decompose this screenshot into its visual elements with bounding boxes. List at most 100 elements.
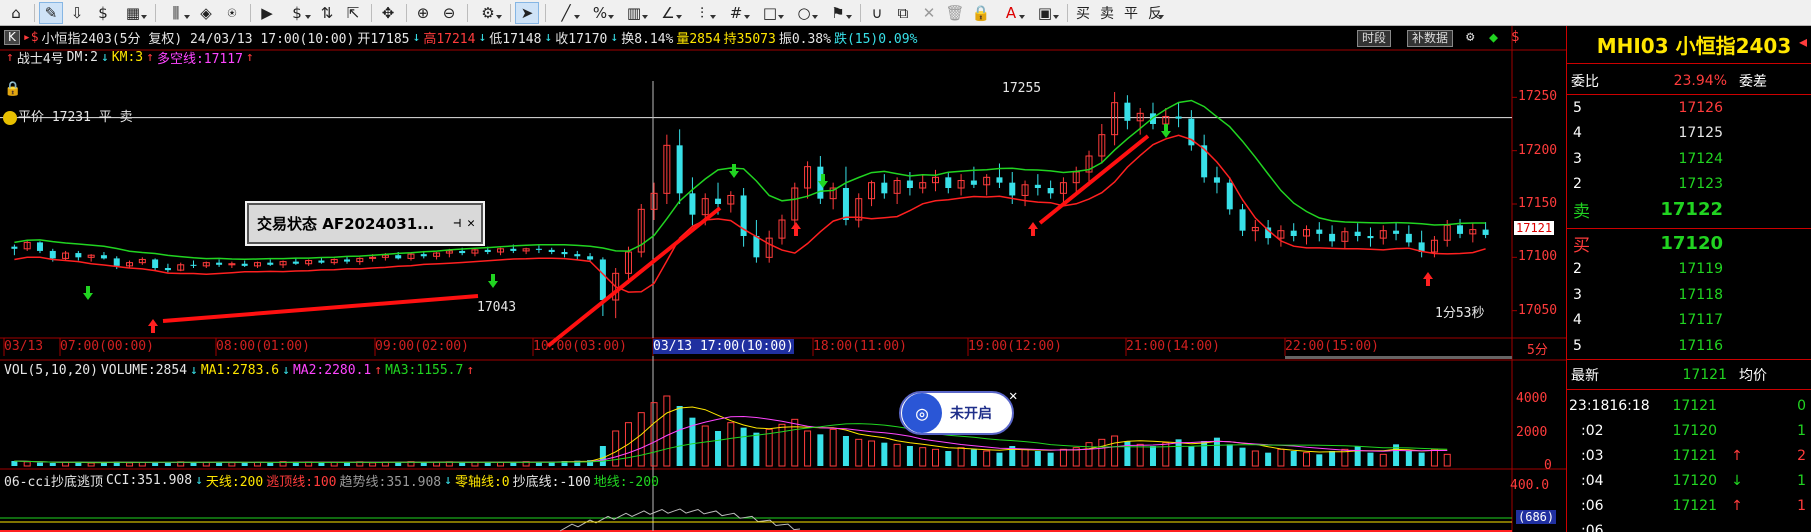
candle-body <box>1329 233 1336 242</box>
arrange-icon[interactable]: ⇅ <box>315 2 339 24</box>
copy-icon[interactable]: ⧉ <box>891 2 915 24</box>
reverse-button[interactable]: 反 <box>1144 2 1166 24</box>
trend-stroke <box>546 206 722 348</box>
expand-arrow-icon[interactable]: ◂ <box>1799 32 1807 51</box>
volume-bar <box>1265 452 1272 466</box>
indicator-icon[interactable]: ⍟ <box>220 2 244 24</box>
sell-button[interactable]: 卖 <box>1096 2 1118 24</box>
candle-body <box>1175 116 1182 119</box>
ask-row[interactable]: 卖 17122 <box>1567 197 1811 222</box>
diamond-icon[interactable]: ◈ <box>194 2 218 24</box>
currency-icon[interactable]: $ <box>281 2 313 24</box>
ask-row[interactable]: 5 17126 <box>1567 95 1811 120</box>
zoom-in-icon[interactable]: ⊕ <box>411 2 435 24</box>
hash-tool-icon[interactable]: # <box>720 2 752 24</box>
line-tool-icon[interactable]: ╱ <box>550 2 582 24</box>
cursor-icon[interactable]: ➤ <box>515 1 539 24</box>
bid-level: 5 <box>1573 337 1582 354</box>
volume-bar <box>1239 447 1246 466</box>
ask-row[interactable]: 2 17123 <box>1567 172 1811 197</box>
percent-tool-icon[interactable]: % <box>584 2 616 24</box>
bid-row[interactable]: 3 17118 <box>1567 282 1811 307</box>
volume-bar <box>1354 446 1361 466</box>
bid-level: 3 <box>1573 286 1582 303</box>
candle-body <box>676 145 683 194</box>
tick-row: :02 17120 1 <box>1567 418 1811 443</box>
close-icon[interactable]: ✕ <box>467 216 475 231</box>
kline-badge[interactable]: K <box>4 29 20 45</box>
high-price: 高17214 <box>423 31 476 47</box>
volume-bar <box>945 451 952 466</box>
widget-close-icon[interactable]: ✕ <box>1009 388 1017 404</box>
table-tool-icon[interactable]: ▥ <box>618 2 650 24</box>
trend-line: 趋势线:351.908 <box>339 474 442 490</box>
x-axis-label: 22:00(15:00) <box>1285 339 1379 354</box>
lock-icon[interactable]: 🔒 <box>4 81 21 97</box>
toolbar: ⌂ ✎ ⇩ $ ▦ ⫼ ◈ ⍟ ▶ $ ⇅ ⇱ ✥ ⊕ ⊖ ⚙ ➤ ╱% ▥ ∠ ⫶ # □ ○ ⚑ ∪ ⧉ ✕ 🗑 🔒 A ▣ 买卖平反 <box>0 0 1811 26</box>
trash-icon[interactable]: 🗑 <box>943 2 967 24</box>
home-icon[interactable]: ⌂ <box>4 2 28 24</box>
magnet-icon[interactable]: ∪ <box>865 2 889 24</box>
zero-line: 零轴线:0 <box>454 474 510 490</box>
grid-layout-icon[interactable]: ▦ <box>117 2 149 24</box>
assistant-widget[interactable]: ◎ 未开启 <box>899 391 1014 435</box>
ask-row[interactable]: 3 17124 <box>1567 146 1811 171</box>
bid-row[interactable]: 5 17116 <box>1567 333 1811 358</box>
buy-button[interactable]: 买 <box>1072 2 1094 24</box>
draw-icon[interactable]: ✎ <box>39 1 63 24</box>
ma1-value: MA1:2783.6 <box>200 362 280 378</box>
strategy-km: KM:3 <box>111 49 144 65</box>
settings-icon[interactable]: ⚙ <box>1466 29 1474 45</box>
cci-title: 06-cci抄底逃顶 <box>4 474 103 490</box>
diamond-status-icon[interactable]: ◆ <box>1489 28 1498 46</box>
volume-bar <box>1379 453 1387 467</box>
pin-icon[interactable]: ⊣ <box>453 216 461 231</box>
cci-line <box>559 508 801 532</box>
trade-status-window[interactable]: 交易状态 AF2024031... ⊣ ✕ <box>245 201 485 246</box>
zoom-out-icon[interactable]: ⊖ <box>437 2 461 24</box>
ask-level: 5 <box>1573 99 1582 116</box>
bid-row[interactable]: 4 17117 <box>1567 308 1811 333</box>
tick-time: :02 <box>1581 422 1604 439</box>
bid-row[interactable]: 2 17119 <box>1567 257 1811 282</box>
arrow-down-icon: ↓ <box>195 472 203 488</box>
angle-tool-icon[interactable]: ∠ <box>652 2 684 24</box>
marker-tool-icon[interactable]: ⚑ <box>822 2 854 24</box>
arrow-down-icon: ↓ <box>412 29 421 45</box>
download-icon[interactable]: ⇩ <box>65 2 89 24</box>
settings-icon[interactable]: ⚙ <box>472 2 504 24</box>
close-position-button[interactable]: 平 <box>1120 2 1142 24</box>
text-color-icon[interactable]: A <box>995 2 1027 24</box>
save-icon[interactable]: ▣ <box>1029 2 1061 24</box>
chart-canvas[interactable] <box>0 26 1566 532</box>
candle-body <box>881 182 888 194</box>
level-tool-icon[interactable]: ⫶ <box>686 2 718 24</box>
bid-level: 4 <box>1573 312 1582 328</box>
kline-chart[interactable]: K ▸$ 小恒指2403(5分 复权) 24/03/13 17:00(10:00… <box>0 26 1566 532</box>
expand-icon[interactable]: ⇱ <box>341 2 365 24</box>
rect-tool-icon[interactable]: □ <box>754 2 786 24</box>
volume-bar <box>983 450 991 467</box>
candle-body <box>1047 188 1054 194</box>
bar-chart-icon[interactable]: ⫼ <box>160 2 192 24</box>
volume-bar <box>1316 454 1323 466</box>
supplement-data-button[interactable]: 补数据 <box>1407 30 1454 47</box>
candle-body <box>510 248 517 251</box>
move-icon[interactable]: ✥ <box>376 2 400 24</box>
currency-icon[interactable]: $ <box>1511 29 1519 45</box>
volume-bar <box>267 462 274 466</box>
period-label[interactable]: 5分 <box>1527 339 1548 358</box>
volume-bar <box>11 461 18 466</box>
bid-row[interactable]: 买 17120 <box>1567 231 1811 256</box>
circle-tool-icon[interactable]: ○ <box>788 2 820 24</box>
dollar-cycle-icon[interactable]: $ <box>91 2 115 24</box>
timeshare-button[interactable]: 时段 <box>1357 30 1392 47</box>
volume-bar <box>1405 451 1412 466</box>
x-axis-label: 08:00(01:00) <box>216 339 310 354</box>
volume-bar <box>1418 452 1425 466</box>
ask-row[interactable]: 4 17125 <box>1567 121 1811 146</box>
play-icon[interactable]: ▶ <box>255 2 279 24</box>
trend-stroke <box>1038 134 1150 225</box>
lock-icon[interactable]: 🔒 <box>969 2 993 24</box>
delete-icon[interactable]: ✕ <box>917 2 941 24</box>
